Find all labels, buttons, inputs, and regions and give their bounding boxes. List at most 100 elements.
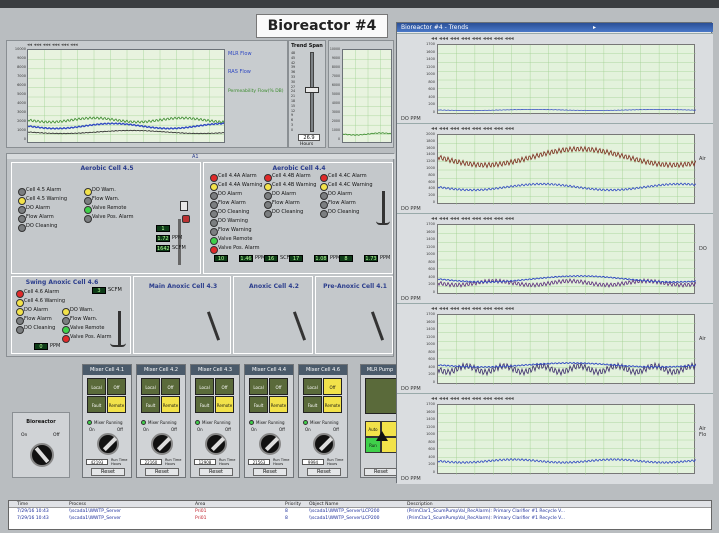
trend-footer-label: DO PPM — [401, 296, 421, 302]
running-light-icon — [141, 419, 146, 425]
mixer-reset-button[interactable]: Reset — [199, 468, 233, 476]
trend-y-tick: 800 — [428, 79, 435, 84]
alarm-table-row[interactable]: 7/29/16 10:43 \\scada1\WWTP_Server Pri01 8 \… — [9, 515, 711, 522]
alarm-indicator: Flow Alarm — [264, 200, 300, 209]
trend-y-tick: 400 — [428, 186, 435, 191]
mixer-selector-knob[interactable] — [205, 433, 227, 455]
mixer-reset-button[interactable]: Reset — [91, 468, 125, 476]
mlr-pump-reset-button[interactable]: Reset — [364, 468, 398, 476]
trend-y-tick: 800 — [428, 349, 435, 354]
bioreactor-selector-knob[interactable] — [30, 443, 54, 467]
secondary-chart-plot[interactable] — [342, 49, 392, 143]
mixer-panel: Mixer Cell 4.2 Local Off Fault Remote Mixer R… — [136, 364, 186, 478]
mixer-running-indicator: Mixer Running — [249, 419, 285, 425]
mixer-selector-knob[interactable] — [313, 433, 335, 455]
trend-y-tick: 200 — [428, 102, 435, 107]
mixer-reset-button[interactable]: Reset — [307, 468, 341, 476]
mixer-reset-button[interactable]: Reset — [145, 468, 179, 476]
chart-nav-controls[interactable]: ◂◂ ◂◂◂ ◂◂◂ ◂◂◂ ◂◂◂ ◂◂◂ — [27, 42, 78, 48]
mixer-on-label: On — [305, 427, 311, 432]
y-tick-label: 8000 — [331, 65, 340, 69]
trend-span-value[interactable]: 26.9 — [298, 134, 320, 141]
trend-row: ◂◂ ◂◂◂ ◂◂◂ ◂◂◂ ◂◂◂ ◂◂◂ ◂◂◂ ◂◂◂ 1700 1600 14… — [397, 303, 713, 394]
trend-footer-label: DO PPM — [401, 386, 421, 392]
alarm-indicator: Cell 4.5 Alarm — [18, 187, 61, 196]
trend-y-tick: 600 — [428, 447, 435, 452]
alarm-indicator: DO Cleaning — [210, 209, 249, 218]
trend-y-axis: 1700 1600 1400 1200 1000 800 600 400 200 0 — [399, 222, 437, 294]
readout-value: 1.73 — [364, 255, 378, 262]
y-tick-label: 2000 — [331, 119, 340, 123]
trend-span-tick: 48 — [291, 51, 296, 55]
process-diagram: A1 Aerobic Cell 4.5 Cell 4.5 Alarm Cell 4… — [6, 153, 395, 357]
alarm-table-cell: \\scada1\WWTP_Server — [69, 516, 121, 521]
flow-chart-panel: ◂◂ ◂◂◂ ◂◂◂ ◂◂◂ ◂◂◂ ◂◂◂ 10000 9000 8000 7000… — [6, 40, 288, 148]
trend-y-tick: 800 — [428, 439, 435, 444]
readout-unit: PPM — [172, 235, 183, 241]
alarm-table-column-header[interactable]: Process — [69, 502, 86, 507]
trend-side-label: Air — [699, 156, 706, 162]
alarm-table-column-header[interactable]: Area — [195, 502, 205, 507]
trend-nav-controls[interactable]: ◂◂ ◂◂◂ ◂◂◂ ◂◂◂ ◂◂◂ ◂◂◂ ◂◂◂ ◂◂◂ — [431, 125, 514, 132]
bioreactor-switch-off: Off — [53, 433, 60, 438]
alarm-table-cell: 8 — [285, 509, 288, 514]
legend-mlr-flow: MLR Flow — [228, 51, 252, 57]
flow-chart-plot[interactable] — [27, 49, 225, 143]
y-tick-label: 4000 — [331, 101, 340, 105]
alarm-indicator: Cell 4.4C Alarm — [320, 173, 367, 182]
alarm-table-column-header[interactable]: Object Name — [309, 502, 338, 507]
trend-plot[interactable] — [437, 404, 697, 475]
mouse-cursor-icon: ▸ — [593, 24, 597, 31]
y-tick-label: 8000 — [17, 65, 26, 69]
trend-span-slider-handle[interactable] — [305, 87, 319, 93]
y-tick-label: 7000 — [331, 74, 340, 78]
trend-plot[interactable] — [437, 44, 697, 115]
mixer-selector-knob[interactable] — [97, 433, 119, 455]
cell-4-4-diffuser — [382, 191, 385, 225]
mixer-running-label: Mixer Running — [202, 419, 231, 425]
trend-span-tick: 45 — [291, 55, 296, 60]
knob-indicator — [210, 436, 226, 452]
alarm-table-column-header[interactable]: Description — [407, 502, 433, 507]
aerobic-cell-4-4: Aerobic Cell 4.4 Cell 4.4A Alarm Cell 4.4… — [203, 162, 393, 274]
cell-4-5-blower-icon[interactable] — [182, 215, 190, 223]
trend-y-tick: 0 — [432, 200, 435, 204]
trend-nav-controls[interactable]: ◂◂ ◂◂◂ ◂◂◂ ◂◂◂ ◂◂◂ ◂◂◂ ◂◂◂ ◂◂◂ — [431, 305, 514, 312]
alarm-indicator: Valve Remote — [84, 205, 126, 214]
trend-nav-controls[interactable]: ◂◂ ◂◂◂ ◂◂◂ ◂◂◂ ◂◂◂ ◂◂◂ ◂◂◂ ◂◂◂ — [431, 395, 514, 402]
run-time-label: Run Time Hours — [111, 458, 128, 466]
mixer-on-label: On — [143, 427, 149, 432]
trend-side-label: DO — [699, 246, 707, 252]
trend-y-tick: 1400 — [426, 327, 435, 332]
trend-y-tick: 1200 — [426, 334, 435, 339]
y-tick-label: 1000 — [331, 128, 340, 132]
mixer-on-label: On — [251, 427, 257, 432]
alarm-indicator: Cell 4.4B Warning — [264, 182, 316, 191]
trend-footer-label: DO PPM — [401, 206, 421, 212]
trend-plot[interactable] — [437, 314, 697, 385]
alarm-table-column-header[interactable]: Time — [17, 502, 28, 507]
hmi-screen: Bioreactor #4 ◂◂ ◂◂◂ ◂◂◂ ◂◂◂ ◂◂◂ ◂◂◂ 100… — [0, 0, 719, 533]
alarm-indicator: Flow Alarm — [320, 200, 356, 209]
trend-plot[interactable] — [437, 224, 697, 295]
trend-footer-label: DO PPM — [401, 476, 421, 482]
alarm-table-column-header[interactable]: Priority — [285, 502, 301, 507]
cell-4-5-valve-icon[interactable] — [180, 201, 188, 211]
secondary-chart-y-axis: 10000 9000 8000 7000 6000 5000 4000 3000 2000 100… — [329, 47, 341, 143]
trend-nav-controls[interactable]: ◂◂ ◂◂◂ ◂◂◂ ◂◂◂ ◂◂◂ ◂◂◂ ◂◂◂ ◂◂◂ — [431, 215, 514, 222]
trend-y-tick: 200 — [428, 462, 435, 467]
mixer-reset-button[interactable]: Reset — [253, 468, 287, 476]
trend-nav-controls[interactable]: ◂◂ ◂◂◂ ◂◂◂ ◂◂◂ ◂◂◂ ◂◂◂ ◂◂◂ ◂◂◂ — [431, 35, 514, 42]
y-tick-label: 0 — [337, 137, 340, 141]
mixer-running-label: Mixer Running — [94, 419, 123, 425]
trend-span-tick: 36 — [291, 70, 296, 75]
mixer-selector-knob[interactable] — [259, 433, 281, 455]
readout-value: 1 — [156, 225, 170, 232]
alarm-indicator: DO Alarm — [210, 191, 242, 200]
trend-plot[interactable] — [437, 134, 697, 205]
mixer-selector-knob[interactable] — [151, 433, 173, 455]
trend-y-tick: 1600 — [426, 229, 435, 234]
trend-y-tick: 1700 — [426, 402, 435, 406]
mixer-panel: Mixer Cell 4.1 Local Off Fault Remote Mixer R… — [82, 364, 132, 478]
alarm-table-row[interactable]: 7/29/16 10:43 \\scada1\WWTP_Server Pri01 8 \… — [9, 508, 711, 515]
